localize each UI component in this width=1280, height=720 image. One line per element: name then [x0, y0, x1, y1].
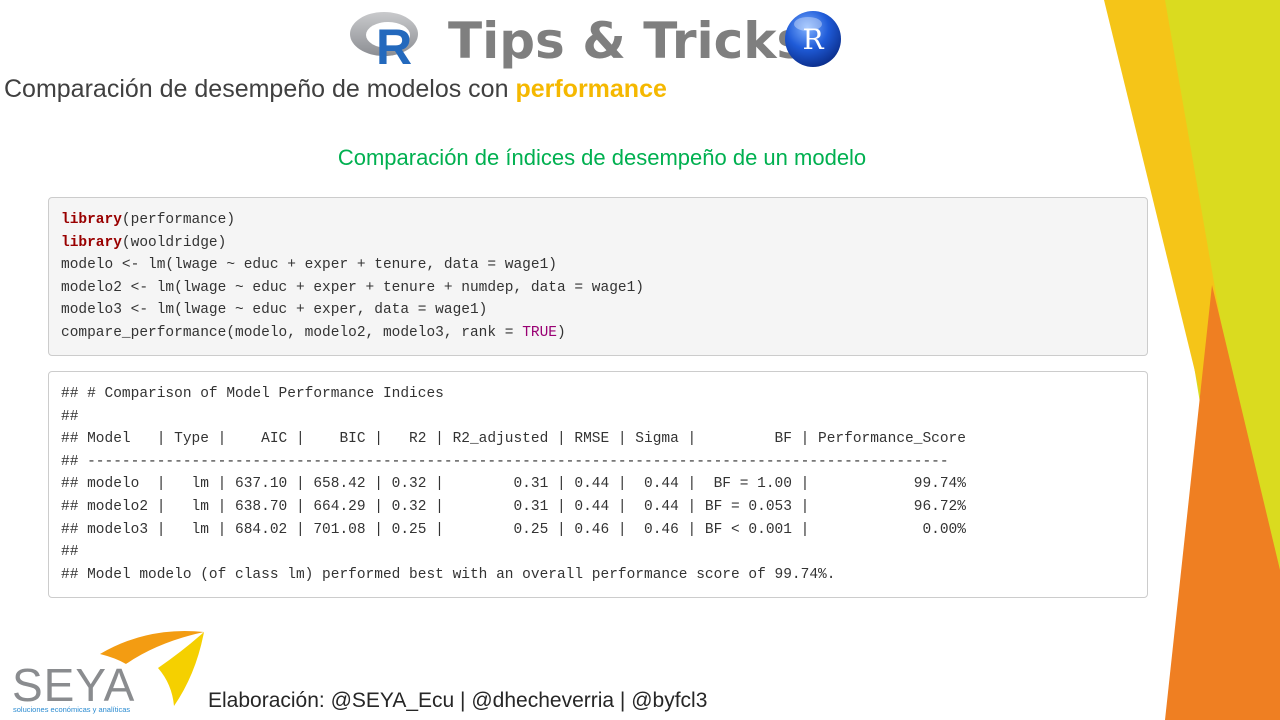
slide-subtitle: Comparación de desempeño de modelos con … [4, 72, 667, 106]
output-line: ## # Comparison of Model Performance Ind… [61, 386, 444, 402]
code-line: compare_performance(modelo, modelo2, mod… [61, 322, 1135, 345]
output-line: ## modelo3 | lm | 684.02 | 701.08 | 0.25… [61, 521, 966, 538]
output-line: ## modelo | lm | 637.10 | 658.42 | 0.32 … [61, 476, 966, 493]
output-line: ## modelo2 | lm | 638.70 | 664.29 | 0.32… [61, 498, 966, 515]
page-title: Tips & Tricks [448, 12, 807, 70]
code-line: modelo <- lm(lwage ~ educ + exper + tenu… [61, 257, 557, 274]
code-text: ) [557, 324, 566, 341]
output-block: ## # Comparison of Model Performance Ind… [48, 371, 1148, 598]
subtitle-text: Comparación de desempeño de modelos con [4, 75, 516, 103]
r-logo-icon: R [350, 12, 418, 68]
code-line: library(performance) [61, 209, 1135, 232]
code-line: modelo2 <- lm(lwage ~ educ + exper + ten… [61, 279, 644, 296]
code-text: (wooldridge) [121, 234, 227, 251]
seya-logo: SEYA soluciones económicas y analíticas [12, 630, 204, 714]
code-text: compare_performance(modelo, modelo2, mod… [61, 324, 523, 341]
code-boolean: TRUE [522, 324, 557, 341]
code-line: library(wooldridge) [61, 232, 1135, 255]
decorative-triangles [1104, 0, 1280, 720]
output-line: ## -------------------------------------… [61, 453, 949, 470]
logo-tagline: soluciones económicas y analíticas [13, 705, 130, 714]
code-block: library(performance) library(wooldridge)… [48, 197, 1148, 356]
section-heading: Comparación de índices de desempeño de u… [337, 145, 867, 170]
code-text: (performance) [121, 212, 236, 228]
r-ball-letter: R [802, 23, 824, 56]
subtitle-highlight: performance [515, 75, 667, 103]
code-keyword: library [61, 212, 122, 228]
r-ball-icon: R [785, 11, 841, 67]
logo-text: SEYA [12, 659, 135, 711]
output-line: ## Model | Type | AIC | BIC | R2 | R2_ad… [61, 431, 966, 448]
credits-text: Elaboración: @SEYA_Ecu | @dhecheverria |… [208, 689, 708, 712]
code-keyword: library [61, 234, 122, 251]
output-line: ## Model modelo (of class lm) performed … [61, 566, 836, 583]
code-line: modelo3 <- lm(lwage ~ educ + exper, data… [61, 302, 488, 319]
output-line: ## [61, 544, 79, 561]
r-logo-letter: R [376, 19, 412, 68]
output-line: ## [61, 408, 79, 425]
